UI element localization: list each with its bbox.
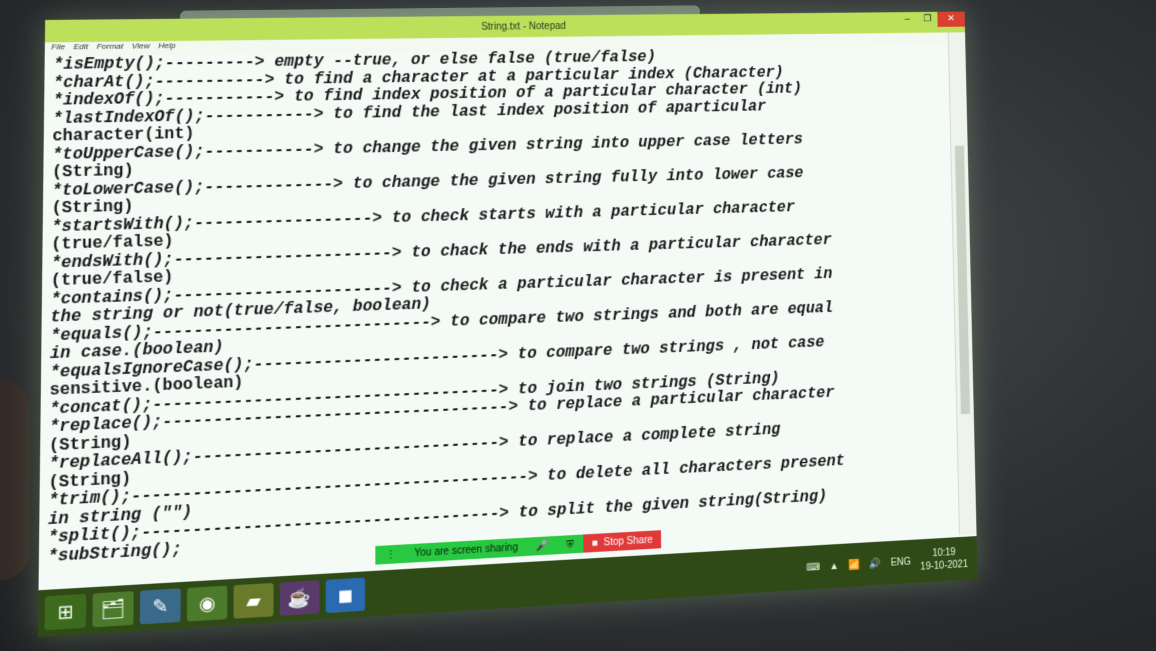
mic-icon[interactable]: 🎤: [536, 540, 549, 552]
language-indicator[interactable]: ENG: [891, 556, 912, 568]
java-ide-icon[interactable]: ☕: [279, 580, 320, 616]
clock[interactable]: 10:19 19-10-2021: [920, 545, 968, 573]
chrome-icon[interactable]: ◉: [186, 585, 228, 622]
maximize-button[interactable]: ❐: [917, 12, 937, 27]
wifi-icon[interactable]: 📶: [848, 559, 860, 571]
shadow-object: [0, 380, 30, 580]
zoom-icon[interactable]: ◼: [325, 577, 366, 614]
volume-icon[interactable]: 🔊: [869, 558, 881, 570]
window-title: String.txt - Notepad: [481, 20, 566, 33]
notes-icon[interactable]: ✎: [139, 588, 181, 625]
menu-help[interactable]: Help: [158, 41, 175, 55]
folder-icon[interactable]: ▰: [233, 582, 274, 619]
tray-expand-icon[interactable]: ▲: [829, 560, 839, 571]
system-tray: ⌨ ▲ 📶 🔊 ENG 10:19 19-10-2021: [806, 545, 977, 581]
clock-date: 19-10-2021: [920, 559, 969, 573]
text-editor[interactable]: *isEmpty();---------> empty --true, or e…: [47, 46, 956, 588]
menu-file[interactable]: File: [51, 42, 65, 56]
menu-edit[interactable]: Edit: [73, 42, 88, 56]
menu-view[interactable]: View: [132, 41, 150, 55]
windows-logo-icon[interactable]: ⊞: [44, 593, 87, 631]
stop-share-label: Stop Share: [603, 534, 653, 549]
scrollbar-thumb[interactable]: [954, 145, 971, 415]
window-controls: – ❐ ✕: [897, 11, 965, 28]
projected-screen: String.txt - Notepad – ❐ ✕ File Edit For…: [37, 11, 978, 638]
share-status-text: You are screen sharing: [414, 541, 519, 559]
minimize-button[interactable]: –: [897, 12, 917, 27]
menu-format[interactable]: Format: [97, 42, 124, 57]
security-icon[interactable]: ⛨: [566, 539, 574, 551]
file-explorer-icon[interactable]: 🗂: [92, 591, 134, 628]
drag-handle-icon[interactable]: ⋮: [386, 549, 396, 561]
keyboard-icon[interactable]: ⌨: [806, 561, 820, 573]
close-button[interactable]: ✕: [937, 11, 965, 27]
stop-icon: ■: [591, 537, 598, 549]
